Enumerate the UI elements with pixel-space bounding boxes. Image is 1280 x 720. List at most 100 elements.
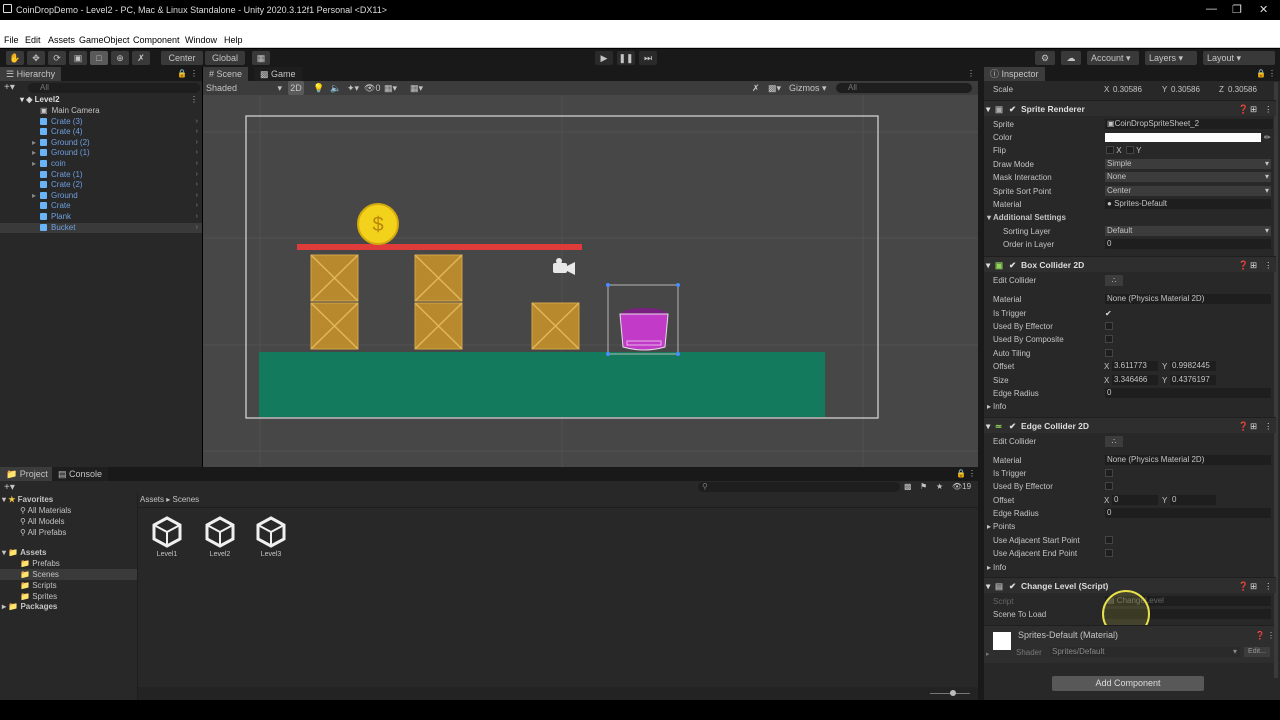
rect-handle-icon[interactable] bbox=[676, 283, 680, 287]
points-foldout[interactable]: ▸ Points bbox=[986, 520, 1276, 533]
used-by-effector-checkbox[interactable] bbox=[1105, 320, 1113, 333]
sprite-field[interactable]: ▣CoinDropSpriteSheet_2 bbox=[1105, 119, 1273, 129]
menu-component[interactable]: Component bbox=[133, 35, 180, 45]
foldout-arrow-icon[interactable]: ▾ bbox=[986, 578, 990, 594]
slider-thumb[interactable] bbox=[950, 690, 956, 696]
crate-sprite[interactable] bbox=[414, 302, 463, 350]
crate-sprite[interactable] bbox=[310, 302, 359, 350]
shader-edit-button[interactable]: Edit... bbox=[1244, 647, 1270, 657]
minimize-icon[interactable]: — bbox=[1206, 3, 1217, 15]
prefab-open-icon[interactable]: › bbox=[196, 127, 198, 138]
rotate-tool-icon[interactable]: ⟳ bbox=[48, 51, 66, 65]
favorite-all-materials[interactable]: ⚲ All Materials bbox=[20, 505, 71, 516]
expand-arrow-icon[interactable]: ▸ bbox=[32, 191, 36, 202]
breadcrumb-assets[interactable]: Assets bbox=[140, 495, 164, 504]
play-button[interactable]: ▶ bbox=[595, 51, 613, 65]
expand-arrow-icon[interactable]: ▸ bbox=[32, 138, 36, 149]
box-offset-x-field[interactable]: 3.611773 bbox=[1112, 361, 1158, 371]
prefab-open-icon[interactable]: › bbox=[196, 180, 198, 191]
scene-root[interactable]: ▾ ◈ Level2 bbox=[20, 95, 200, 106]
scene-menu-icon[interactable]: ⋮ bbox=[190, 95, 198, 104]
kebab-menu-icon[interactable]: ⋮ bbox=[190, 69, 198, 78]
enabled-checkbox[interactable]: ✔ bbox=[1009, 418, 1016, 434]
favorite-icon[interactable]: ★ bbox=[936, 482, 943, 491]
hierarchy-item[interactable]: Crate (2) › bbox=[0, 180, 202, 191]
add-icon[interactable]: +▾ bbox=[4, 82, 15, 93]
scene-viewport[interactable]: $ bbox=[203, 95, 978, 467]
hierarchy-search-input[interactable]: All bbox=[28, 83, 200, 93]
expand-arrow-icon[interactable]: ▸ bbox=[32, 148, 36, 159]
hierarchy-item[interactable]: Crate (3) › bbox=[0, 117, 202, 128]
edit-collider-button[interactable]: ∴ bbox=[1105, 275, 1123, 286]
grid-icon[interactable]: ▦▾ bbox=[410, 81, 423, 95]
menu-assets[interactable]: Assets bbox=[48, 35, 75, 45]
prefab-open-icon[interactable]: › bbox=[196, 212, 198, 223]
lock-icon[interactable]: 🔒 bbox=[177, 69, 187, 78]
coin-sprite[interactable]: $ bbox=[357, 203, 399, 245]
layout-dropdown[interactable]: Layout ▾ bbox=[1203, 51, 1275, 65]
mask-interaction-dropdown[interactable]: None ▾ bbox=[1105, 172, 1271, 182]
prefab-open-icon[interactable]: › bbox=[196, 201, 198, 212]
box-collider-header[interactable]: ▾ ▣ ✔ Box Collider 2D ❓ ⊞ ⋮ bbox=[984, 256, 1276, 272]
preset-icon[interactable]: ⊞ bbox=[1250, 418, 1257, 434]
tab-project[interactable]: 📁 Project bbox=[0, 467, 54, 481]
enabled-checkbox[interactable]: ✔ bbox=[1009, 578, 1016, 594]
rect-tool-icon[interactable]: □ bbox=[90, 51, 108, 65]
camera-gizmo-icon[interactable] bbox=[553, 258, 575, 275]
prefab-open-icon[interactable]: › bbox=[196, 148, 198, 159]
prefab-open-icon[interactable]: › bbox=[196, 117, 198, 128]
scale-x-field[interactable]: 0.30586 bbox=[1113, 83, 1142, 96]
scene-asset[interactable]: Level1 bbox=[142, 515, 192, 558]
flip-y-checkbox[interactable]: Y bbox=[1126, 144, 1141, 157]
use-adjacent-end-checkbox[interactable] bbox=[1105, 547, 1113, 560]
gizmos-dropdown[interactable]: Gizmos ▾ bbox=[789, 81, 831, 95]
enabled-checkbox[interactable]: ✔ bbox=[1009, 101, 1016, 117]
custom-tool-icon[interactable]: ✗ bbox=[132, 51, 150, 65]
material-help-icon[interactable]: ❓ bbox=[1255, 631, 1265, 640]
effects-icon[interactable]: ✦▾ bbox=[347, 81, 359, 95]
shading-dropdown[interactable]: Shaded ▾ bbox=[206, 81, 282, 95]
edge-material-field[interactable]: None (Physics Material 2D) bbox=[1105, 455, 1271, 465]
material-foldout-icon[interactable]: ▸ bbox=[986, 650, 990, 658]
hierarchy-item[interactable]: ▸ Ground (2) › bbox=[0, 138, 202, 149]
edge-offset-y-field[interactable]: 0 bbox=[1170, 495, 1216, 505]
foldout-arrow-icon[interactable]: ▾ bbox=[986, 101, 990, 117]
tab-hierarchy[interactable]: ☰ Hierarchy bbox=[0, 67, 62, 81]
space-toggle[interactable]: Global bbox=[205, 51, 245, 65]
tool-settings-icon[interactable]: ▦▾ bbox=[384, 81, 397, 95]
pause-button[interactable]: ❚❚ bbox=[617, 51, 635, 65]
favorite-all-prefabs[interactable]: ⚲ All Prefabs bbox=[20, 527, 66, 538]
hierarchy-item[interactable]: ▸ coin › bbox=[0, 159, 202, 170]
favorites-folder[interactable]: ▾ ★ Favorites bbox=[2, 494, 53, 505]
scene-asset[interactable]: Level2 bbox=[195, 515, 245, 558]
transform-tool-icon[interactable]: ⊕ bbox=[111, 51, 129, 65]
preset-icon[interactable]: ⊞ bbox=[1250, 257, 1257, 273]
scale-tool-icon[interactable]: ▣ bbox=[69, 51, 87, 65]
step-button[interactable]: ⏭ bbox=[639, 51, 657, 65]
rect-handle-icon[interactable] bbox=[606, 283, 610, 287]
rect-handle-icon[interactable] bbox=[676, 352, 680, 356]
inspector-kebab-icon[interactable]: ⋮ bbox=[1268, 69, 1276, 78]
edge-is-trigger-checkbox[interactable] bbox=[1105, 467, 1113, 480]
help-icon[interactable]: ❓ bbox=[1238, 257, 1249, 273]
collab-icon[interactable]: ⚙ bbox=[1035, 51, 1055, 65]
prefab-open-icon[interactable]: › bbox=[196, 138, 198, 149]
menu-help[interactable]: Help bbox=[224, 35, 243, 45]
move-tool-icon[interactable]: ✥ bbox=[27, 51, 45, 65]
close-icon[interactable]: ✕ bbox=[1259, 3, 1268, 16]
crate-sprite[interactable] bbox=[414, 254, 463, 302]
foldout-arrow-icon[interactable]: ▾ bbox=[986, 418, 990, 434]
draw-mode-dropdown[interactable]: Simple ▾ bbox=[1105, 159, 1271, 169]
edge-edit-collider-button[interactable]: ∴ bbox=[1105, 436, 1123, 447]
box-size-x-field[interactable]: 3.346466 bbox=[1112, 375, 1158, 385]
edge-offset-x-field[interactable]: 0 bbox=[1112, 495, 1158, 505]
project-search-input[interactable]: ⚲ bbox=[698, 482, 900, 492]
hierarchy-item[interactable]: ▸ Ground › bbox=[0, 191, 202, 202]
hidden-packages-icon[interactable]: 👁19 bbox=[952, 482, 971, 491]
order-in-layer-field[interactable]: 0 bbox=[1105, 239, 1271, 249]
filter-type-icon[interactable]: ▩ bbox=[904, 482, 912, 491]
2d-toggle[interactable]: 2D bbox=[288, 81, 304, 95]
cloud-icon[interactable]: ☁ bbox=[1061, 51, 1081, 65]
help-icon[interactable]: ❓ bbox=[1238, 101, 1249, 117]
breadcrumb-scenes[interactable]: Scenes bbox=[172, 495, 199, 504]
